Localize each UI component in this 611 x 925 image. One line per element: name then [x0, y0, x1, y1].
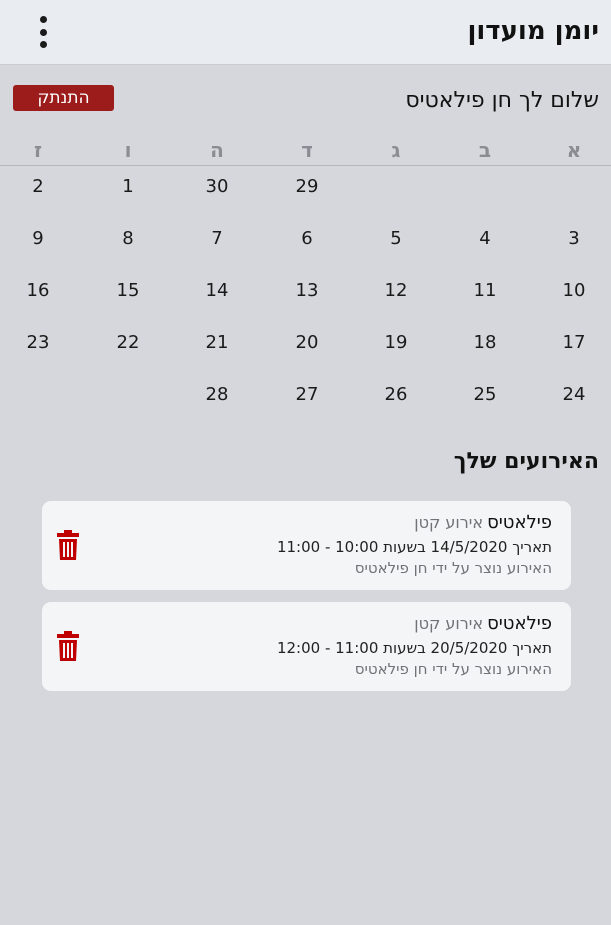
calendar-day[interactable]: 19: [376, 332, 416, 353]
calendar-day[interactable]: 7: [197, 228, 237, 249]
calendar-day[interactable]: 4: [465, 228, 505, 249]
calendar-day[interactable]: 24: [554, 384, 594, 405]
event-creator: האירוע נוצר על ידי חן פילאטיס: [354, 559, 552, 577]
calendar-day[interactable]: 16: [18, 280, 58, 301]
event-datetime: תאריך 20/5/2020 בשעות 11:00 - 12:00: [276, 639, 552, 657]
calendar-day[interactable]: 20: [287, 332, 327, 353]
event-name: פילאטיס: [487, 512, 552, 533]
event-card: פילאטיסאירוע קטן תאריך 20/5/2020 בשעות 1…: [42, 602, 571, 691]
calendar-day[interactable]: 18: [465, 332, 505, 353]
calendar-day[interactable]: 23: [18, 332, 58, 353]
calendar-day[interactable]: 11: [465, 280, 505, 301]
calendar-day[interactable]: 9: [18, 228, 58, 249]
calendar-day[interactable]: 25: [465, 384, 505, 405]
calendar-day[interactable]: 12: [376, 280, 416, 301]
calendar-day[interactable]: 6: [287, 228, 327, 249]
calendar-day[interactable]: 21: [197, 332, 237, 353]
calendar-day[interactable]: 22: [108, 332, 148, 353]
event-type: אירוע קטן: [414, 614, 484, 633]
calendar-day[interactable]: 27: [287, 384, 327, 405]
calendar-day[interactable]: 13: [287, 280, 327, 301]
calendar-day[interactable]: 15: [108, 280, 148, 301]
event-type: אירוע קטן: [414, 513, 484, 532]
event-name: פילאטיס: [487, 613, 552, 634]
calendar-day[interactable]: 5: [376, 228, 416, 249]
calendar-day[interactable]: 1: [108, 176, 148, 197]
calendar-grid: 29 30 1 2 3 4 5 6 7 8 9 10 11 12 13 14 15 16 17 18 19 20 21 22 2…: [0, 0, 611, 430]
calendar-day[interactable]: 28: [197, 384, 237, 405]
calendar-day[interactable]: 3: [554, 228, 594, 249]
trash-icon[interactable]: [57, 631, 79, 661]
calendar-day[interactable]: 29: [287, 176, 327, 197]
event-card: פילאטיסאירוע קטן תאריך 14/5/2020 בשעות 1…: [42, 501, 571, 590]
calendar-day[interactable]: 17: [554, 332, 594, 353]
event-title-line: פילאטיסאירוע קטן: [414, 613, 552, 634]
calendar-day[interactable]: 30: [197, 176, 237, 197]
calendar-day[interactable]: 8: [108, 228, 148, 249]
calendar-day[interactable]: 14: [197, 280, 237, 301]
event-datetime: תאריך 14/5/2020 בשעות 10:00 - 11:00: [276, 538, 552, 556]
event-creator: האירוע נוצר על ידי חן פילאטיס: [354, 660, 552, 678]
events-section-title: האירועים שלך: [453, 449, 599, 474]
trash-icon[interactable]: [57, 530, 79, 560]
event-title-line: פילאטיסאירוע קטן: [414, 512, 552, 533]
calendar-day[interactable]: 2: [18, 176, 58, 197]
calendar-day[interactable]: 26: [376, 384, 416, 405]
calendar-day[interactable]: 10: [554, 280, 594, 301]
